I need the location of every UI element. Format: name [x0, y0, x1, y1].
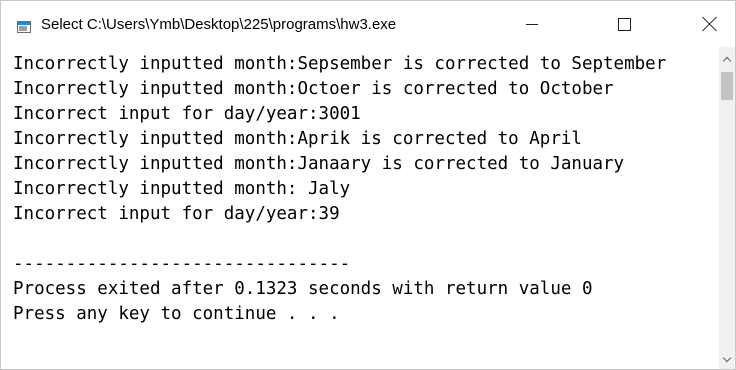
console-app-icon[interactable] — [17, 21, 31, 33]
console-line: Incorrectly inputted month:Janaary is co… — [13, 154, 625, 174]
console-window: Select C:\Users\Ymb\Desktop\225\programs… — [0, 0, 736, 370]
console-output[interactable]: Incorrectly inputted month:Sepsember is … — [1, 47, 719, 369]
chevron-up-icon — [722, 56, 732, 66]
window-title: Select C:\Users\Ymb\Desktop\225\programs… — [41, 16, 397, 33]
minimize-icon — [526, 23, 538, 25]
maximize-button[interactable] — [601, 1, 647, 47]
console-line: Process exited after 0.1323 seconds with… — [13, 279, 593, 299]
console-line: Press any key to continue . . . — [13, 304, 340, 324]
title-bar[interactable]: Select C:\Users\Ymb\Desktop\225\programs… — [1, 1, 735, 47]
close-icon — [702, 16, 718, 32]
vertical-scrollbar[interactable] — [719, 47, 735, 369]
separator-line: -------------------------------- — [13, 254, 351, 274]
console-line: Incorrect input for day/year:3001 — [13, 104, 361, 124]
console-line: Incorrectly inputted month:Aprik is corr… — [13, 129, 582, 149]
scroll-down-button[interactable] — [719, 351, 735, 368]
scroll-thumb[interactable] — [721, 72, 733, 100]
maximize-icon — [617, 17, 631, 31]
close-button[interactable] — [687, 1, 733, 47]
console-line: Incorrect input for day/year:39 — [13, 204, 340, 224]
chevron-down-icon — [722, 353, 732, 363]
scroll-up-button[interactable] — [719, 51, 735, 68]
console-line: Incorrectly inputted month: Jaly — [13, 179, 351, 199]
minimize-button[interactable] — [509, 1, 555, 47]
console-line: Incorrectly inputted month:Octoer is cor… — [13, 79, 614, 99]
console-line: Incorrectly inputted month:Sepsember is … — [13, 54, 667, 74]
